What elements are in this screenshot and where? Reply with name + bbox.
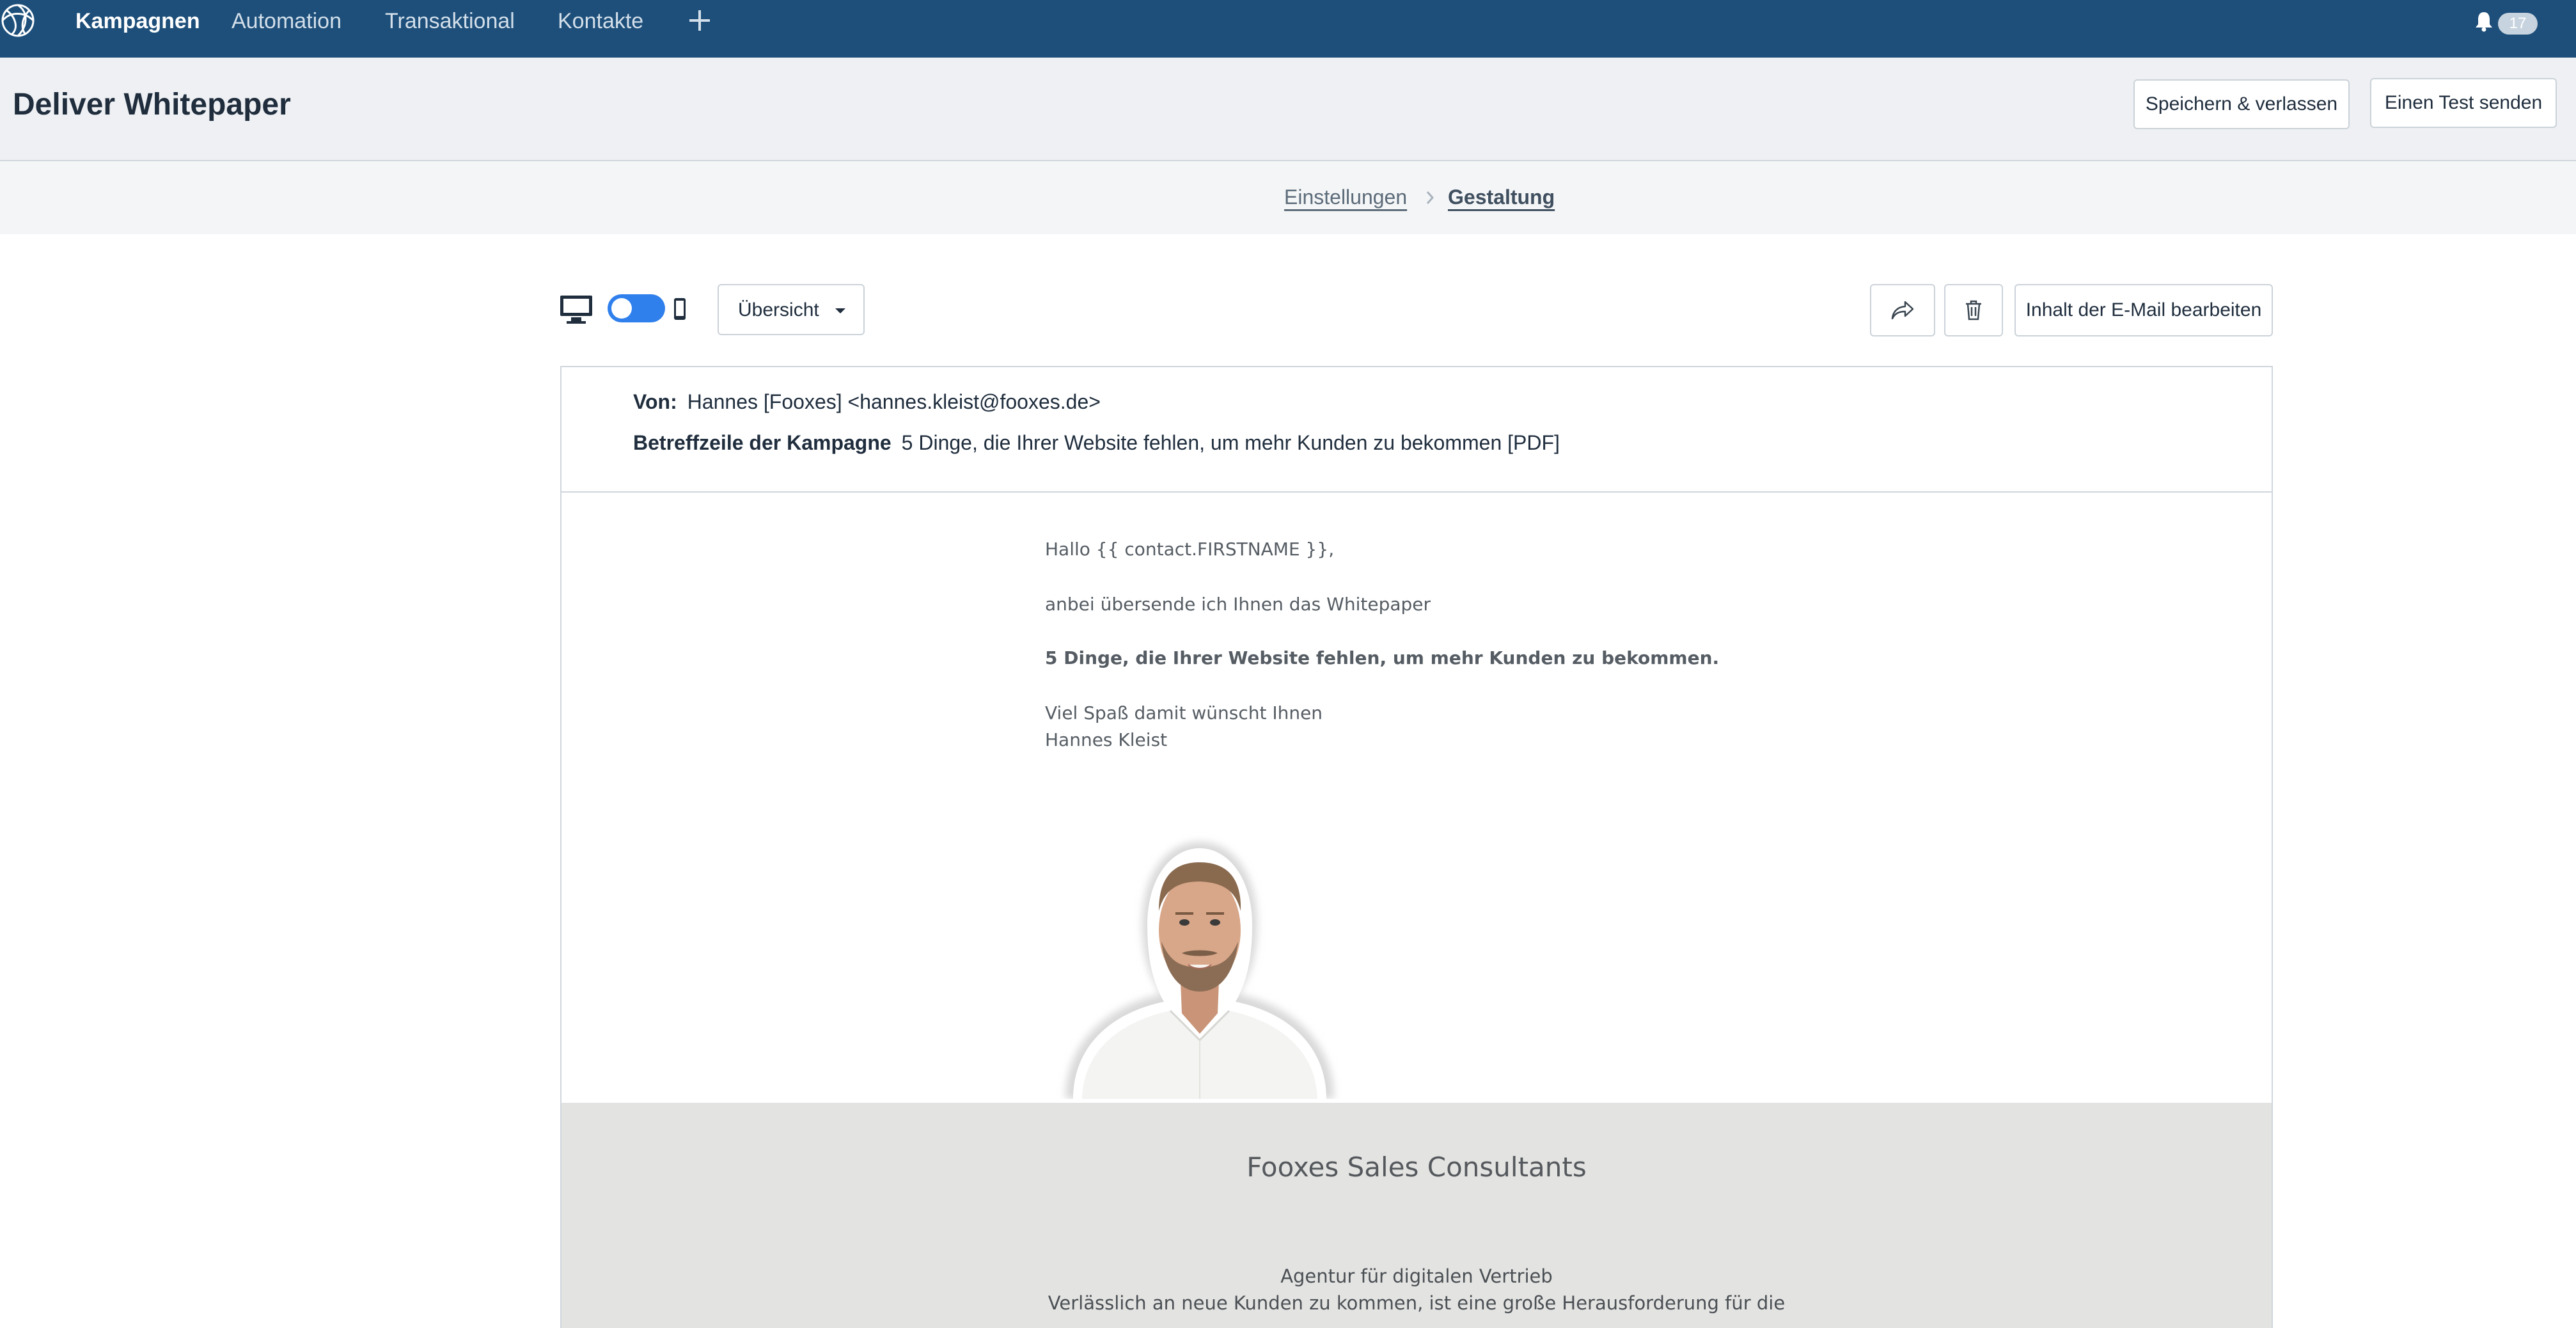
- notification-count-badge[interactable]: 17: [2498, 13, 2538, 35]
- brand-logo-icon[interactable]: [0, 0, 40, 43]
- page-title: Deliver Whitepaper: [13, 88, 291, 122]
- subject-value: 5 Dinge, die Ihrer Website fehlen, um me…: [901, 431, 1560, 454]
- email-meta: Von: Hannes [Fooxes] <hannes.kleist@fooxe…: [562, 367, 2272, 493]
- plus-icon[interactable]: [686, 6, 714, 35]
- view-select-value: Übersicht: [738, 299, 819, 320]
- caret-down-icon: [835, 308, 845, 313]
- send-test-button[interactable]: Einen Test senden: [2370, 78, 2557, 128]
- delete-button[interactable]: [1944, 284, 2003, 336]
- chevron-right-icon: [1426, 191, 1434, 204]
- sender-value: Hannes [Fooxes] <hannes.kleist@fooxes.de…: [687, 390, 1101, 413]
- footer-company-name: Fooxes Sales Consultants: [1246, 1151, 1587, 1183]
- trash-icon: [1966, 300, 1981, 320]
- footer-text: Verlässlich an neue Kunden zu kommen, is…: [1048, 1292, 1786, 1314]
- desktop-icon[interactable]: [559, 294, 593, 325]
- device-preview-toggle[interactable]: [608, 294, 665, 322]
- profile-photo: [1065, 842, 1334, 1099]
- mobile-icon[interactable]: [673, 297, 687, 321]
- sender-row: Von: Hannes [Fooxes] <hannes.kleist@fooxe…: [633, 390, 1101, 414]
- footer-tagline: Agentur für digitalen Vertrieb: [1280, 1265, 1553, 1287]
- subject-row: Betreffzeile der Kampagne 5 Dinge, die Ih…: [633, 431, 1560, 455]
- email-preview: Von: Hannes [Fooxes] <hannes.kleist@fooxe…: [560, 366, 2273, 1328]
- share-icon: [1891, 301, 1914, 320]
- top-navigation: Kampagnen Automation Transaktional Konta…: [0, 0, 2576, 58]
- sender-label: Von:: [633, 390, 677, 413]
- breadcrumb-step-settings[interactable]: Einstellungen: [1284, 186, 1407, 209]
- nav-item-kontakte[interactable]: Kontakte: [558, 9, 643, 34]
- subject-label: Betreffzeile der Kampagne: [633, 431, 891, 454]
- share-button[interactable]: [1870, 284, 1935, 336]
- breadcrumb-step-design[interactable]: Gestaltung: [1448, 186, 1555, 209]
- save-and-exit-button[interactable]: Speichern & verlassen: [2133, 79, 2350, 129]
- bell-icon[interactable]: [2474, 10, 2494, 32]
- email-greeting: Hallo {{ contact.FIRSTNAME }},: [1045, 539, 1335, 560]
- email-closing: Viel Spaß damit wünscht Ihnen: [1045, 702, 1323, 723]
- edit-email-content-button[interactable]: Inhalt der E-Mail bearbeiten: [2014, 284, 2273, 336]
- toggle-knob: [611, 298, 632, 319]
- nav-item-automation[interactable]: Automation: [232, 9, 342, 34]
- email-intro: anbei übersende ich Ihnen das Whitepaper: [1045, 594, 1431, 615]
- nav-item-kampagnen[interactable]: Kampagnen: [75, 9, 200, 34]
- email-whitepaper-title: 5 Dinge, die Ihrer Website fehlen, um me…: [1045, 647, 1720, 668]
- view-select[interactable]: Übersicht: [718, 284, 865, 335]
- nav-item-transaktional[interactable]: Transaktional: [385, 9, 515, 34]
- email-signature: Hannes Kleist: [1045, 729, 1168, 750]
